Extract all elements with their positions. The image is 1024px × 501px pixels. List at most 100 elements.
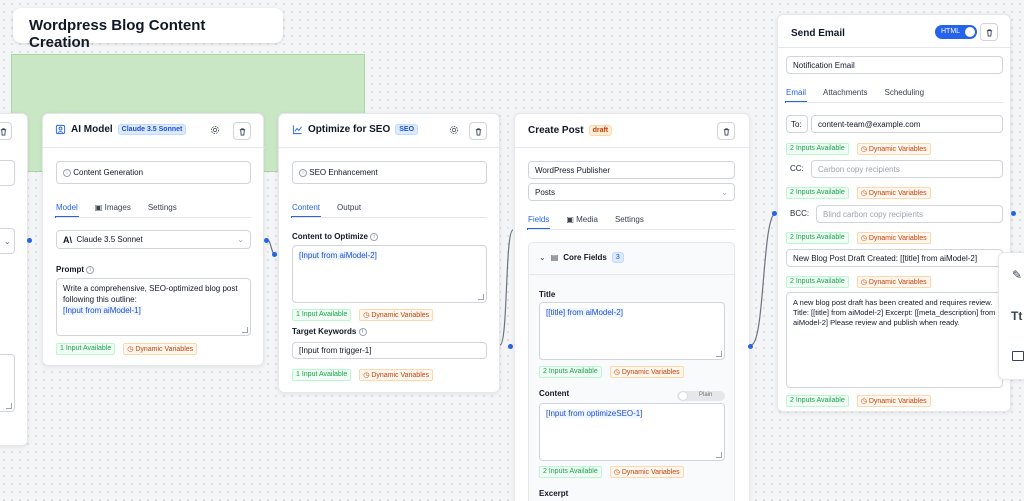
rectangle-icon[interactable] bbox=[1012, 351, 1024, 361]
keywords-input[interactable]: [Input from trigger-1] bbox=[292, 342, 487, 359]
inputs-available-chip[interactable]: 1 Input Available bbox=[292, 369, 352, 381]
dynamic-variables-chip[interactable]: ◷ Dynamic Variables bbox=[856, 143, 931, 155]
inputs-available-chip[interactable]: 1 Input Available bbox=[56, 343, 116, 355]
canvas-title: Wordpress Blog Content Creation bbox=[13, 8, 283, 51]
output-handle[interactable] bbox=[27, 238, 32, 243]
partial-textarea[interactable] bbox=[0, 354, 15, 412]
dynamic-variables-chip[interactable]: ◷ Dynamic Variables bbox=[856, 232, 931, 244]
inputs-available-chip[interactable]: 2 Inputs Available bbox=[539, 466, 602, 478]
html-toggle[interactable]: HTML bbox=[935, 25, 977, 39]
ai-model-icon bbox=[55, 124, 66, 135]
tab-settings[interactable]: Settings bbox=[148, 203, 177, 212]
partial-node-left[interactable]: ⌄ bbox=[0, 113, 28, 446]
prompt-label: Prompt i bbox=[56, 265, 95, 274]
inputs-available-chip[interactable]: 2 Inputs Available bbox=[786, 232, 849, 244]
clock-icon: ◷ bbox=[860, 279, 867, 286]
inputs-available-chip[interactable]: 2 Inputs Available bbox=[539, 366, 602, 378]
tab-settings[interactable]: Settings bbox=[615, 215, 644, 224]
clock-icon: ◷ bbox=[127, 346, 134, 353]
dynamic-variables-chip[interactable]: ◷ Dynamic Variables bbox=[359, 309, 434, 321]
output-handle[interactable] bbox=[264, 238, 269, 243]
tab-images[interactable]: ▣ Images bbox=[95, 203, 131, 212]
post-type-select[interactable]: Posts ⌄ bbox=[528, 183, 735, 201]
delete-button[interactable] bbox=[717, 122, 735, 140]
document-icon: ▤ bbox=[550, 253, 559, 262]
core-fields-section: ⌄ ▤ Core Fields 3 Title [[title] from ai… bbox=[528, 242, 735, 501]
info-icon: i bbox=[299, 168, 307, 177]
plain-toggle[interactable]: Plain bbox=[677, 391, 725, 401]
dynamic-variables-chip[interactable]: ◷ Dynamic Variables bbox=[856, 395, 931, 407]
publisher-field[interactable]: WordPress Publisher bbox=[528, 161, 735, 179]
trash-icon bbox=[475, 127, 481, 136]
to-input[interactable]: content-team@example.com bbox=[811, 115, 1003, 133]
output-handle[interactable] bbox=[1011, 211, 1016, 216]
email-name-field[interactable]: Notification Email bbox=[786, 56, 1003, 74]
tab-output[interactable]: Output bbox=[337, 203, 361, 212]
input-handle[interactable] bbox=[272, 252, 277, 257]
create-post-node[interactable]: Create Post draft WordPress Publisher Po… bbox=[514, 113, 751, 501]
email-body-textarea[interactable]: A new blog post draft has been created a… bbox=[786, 292, 1003, 388]
content-label: Content bbox=[539, 389, 570, 398]
section-header[interactable]: ⌄ ▤ Core Fields 3 bbox=[539, 252, 624, 263]
keywords-label: Target Keywords i bbox=[292, 327, 367, 336]
delete-button[interactable] bbox=[469, 122, 487, 140]
settings-icon[interactable] bbox=[210, 125, 220, 137]
chevron-down-icon: ⌄ bbox=[539, 253, 546, 262]
text-tool-button[interactable]: Tt bbox=[1011, 309, 1022, 323]
edge-seo-post bbox=[499, 229, 514, 346]
dynamic-variables-chip[interactable]: ◷ Dynamic Variables bbox=[359, 369, 434, 381]
cc-input[interactable]: Carbon copy recipients bbox=[811, 160, 1003, 178]
tab-scheduling[interactable]: Scheduling bbox=[884, 88, 924, 97]
trash-icon bbox=[0, 127, 6, 136]
dynamic-variables-chip[interactable]: ◷ Dynamic Variables bbox=[856, 276, 931, 288]
output-handle[interactable] bbox=[748, 344, 753, 349]
send-email-node[interactable]: Send Email HTML Notification Email Email… bbox=[777, 14, 1012, 412]
description-field[interactable]: i Content Generation bbox=[56, 161, 251, 184]
tab-media[interactable]: ▣ Media bbox=[566, 215, 598, 224]
seo-node[interactable]: Optimize for SEO SEO i SEO Enhancement C… bbox=[278, 113, 501, 393]
dynamic-variables-chip[interactable]: ◷ Dynamic Variables bbox=[609, 366, 684, 378]
tab-content[interactable]: Content bbox=[290, 203, 322, 218]
image-icon: ▣ bbox=[94, 203, 103, 212]
inputs-available-chip[interactable]: 1 Input Available bbox=[292, 309, 352, 321]
inputs-available-chip[interactable]: 2 Inputs Available bbox=[786, 395, 849, 407]
info-icon: i bbox=[358, 327, 367, 336]
edit-icon[interactable]: ✎ bbox=[1012, 268, 1022, 282]
content-textarea[interactable]: [Input from optimizeSEO-1] bbox=[539, 403, 725, 461]
subject-input[interactable]: New Blog Post Draft Created: [[title] fr… bbox=[786, 249, 1003, 267]
tab-email[interactable]: Email bbox=[784, 88, 808, 103]
partial-select[interactable]: ⌄ bbox=[0, 228, 15, 254]
bcc-input[interactable]: Blind carbon copy recipients bbox=[816, 205, 1003, 223]
to-label: To: bbox=[786, 115, 808, 133]
delete-button[interactable] bbox=[233, 122, 251, 140]
model-select[interactable]: A\ Claude 3.5 Sonnet ⌄ bbox=[56, 230, 251, 249]
inputs-available-chip[interactable]: 2 Inputs Available bbox=[786, 187, 849, 199]
tab-model[interactable]: Model bbox=[55, 203, 79, 218]
tab-fields[interactable]: Fields bbox=[526, 215, 551, 230]
dynamic-variables-chip[interactable]: ◷ Dynamic Variables bbox=[123, 343, 198, 355]
inputs-available-chip[interactable]: 2 Inputs Available bbox=[786, 276, 849, 288]
prompt-textarea[interactable]: Write a comprehensive, SEO-optimized blo… bbox=[56, 278, 251, 336]
tab-attachments[interactable]: Attachments bbox=[823, 88, 867, 97]
input-handle[interactable] bbox=[772, 211, 777, 216]
clock-icon: ◷ bbox=[860, 398, 867, 405]
trash-icon bbox=[239, 127, 245, 136]
delete-button[interactable] bbox=[0, 122, 12, 140]
content-label: Content to Optimize i bbox=[292, 232, 379, 241]
description-field[interactable]: i SEO Enhancement bbox=[292, 161, 487, 184]
inputs-available-chip[interactable]: 2 Inputs Available bbox=[786, 143, 849, 155]
excerpt-label: Excerpt bbox=[539, 489, 569, 498]
dynamic-variables-chip[interactable]: ◷ Dynamic Variables bbox=[609, 466, 684, 478]
dynamic-variables-chip[interactable]: ◷ Dynamic Variables bbox=[856, 187, 931, 199]
delete-button[interactable] bbox=[980, 23, 998, 41]
settings-icon[interactable] bbox=[449, 125, 459, 137]
partial-field[interactable] bbox=[0, 160, 15, 186]
ai-model-node[interactable]: AI Model Claude 3.5 Sonnet i Content Gen… bbox=[42, 113, 265, 366]
node-title: AI Model bbox=[71, 124, 113, 135]
chevron-down-icon: ⌄ bbox=[721, 187, 728, 197]
clock-icon: ◷ bbox=[860, 146, 867, 153]
content-textarea[interactable]: [Input from aiModel-2] bbox=[292, 245, 487, 303]
bcc-label: BCC: bbox=[790, 209, 810, 218]
output-handle[interactable] bbox=[508, 344, 513, 349]
title-textarea[interactable]: [[title] from aiModel-2] bbox=[539, 302, 725, 360]
